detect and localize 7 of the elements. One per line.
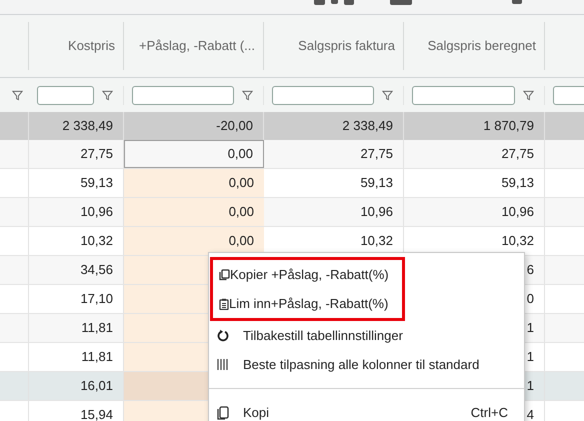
table-cell: 59,13: [264, 169, 404, 197]
shortcut-label: Ctrl+C: [470, 404, 508, 421]
table-cell: 59,13: [404, 169, 545, 197]
table-cell: 10,96: [404, 198, 545, 226]
table-cell: 27,75: [404, 140, 545, 168]
table-cell: 27,75: [264, 140, 404, 168]
table-cell: 10,96: [264, 198, 404, 226]
